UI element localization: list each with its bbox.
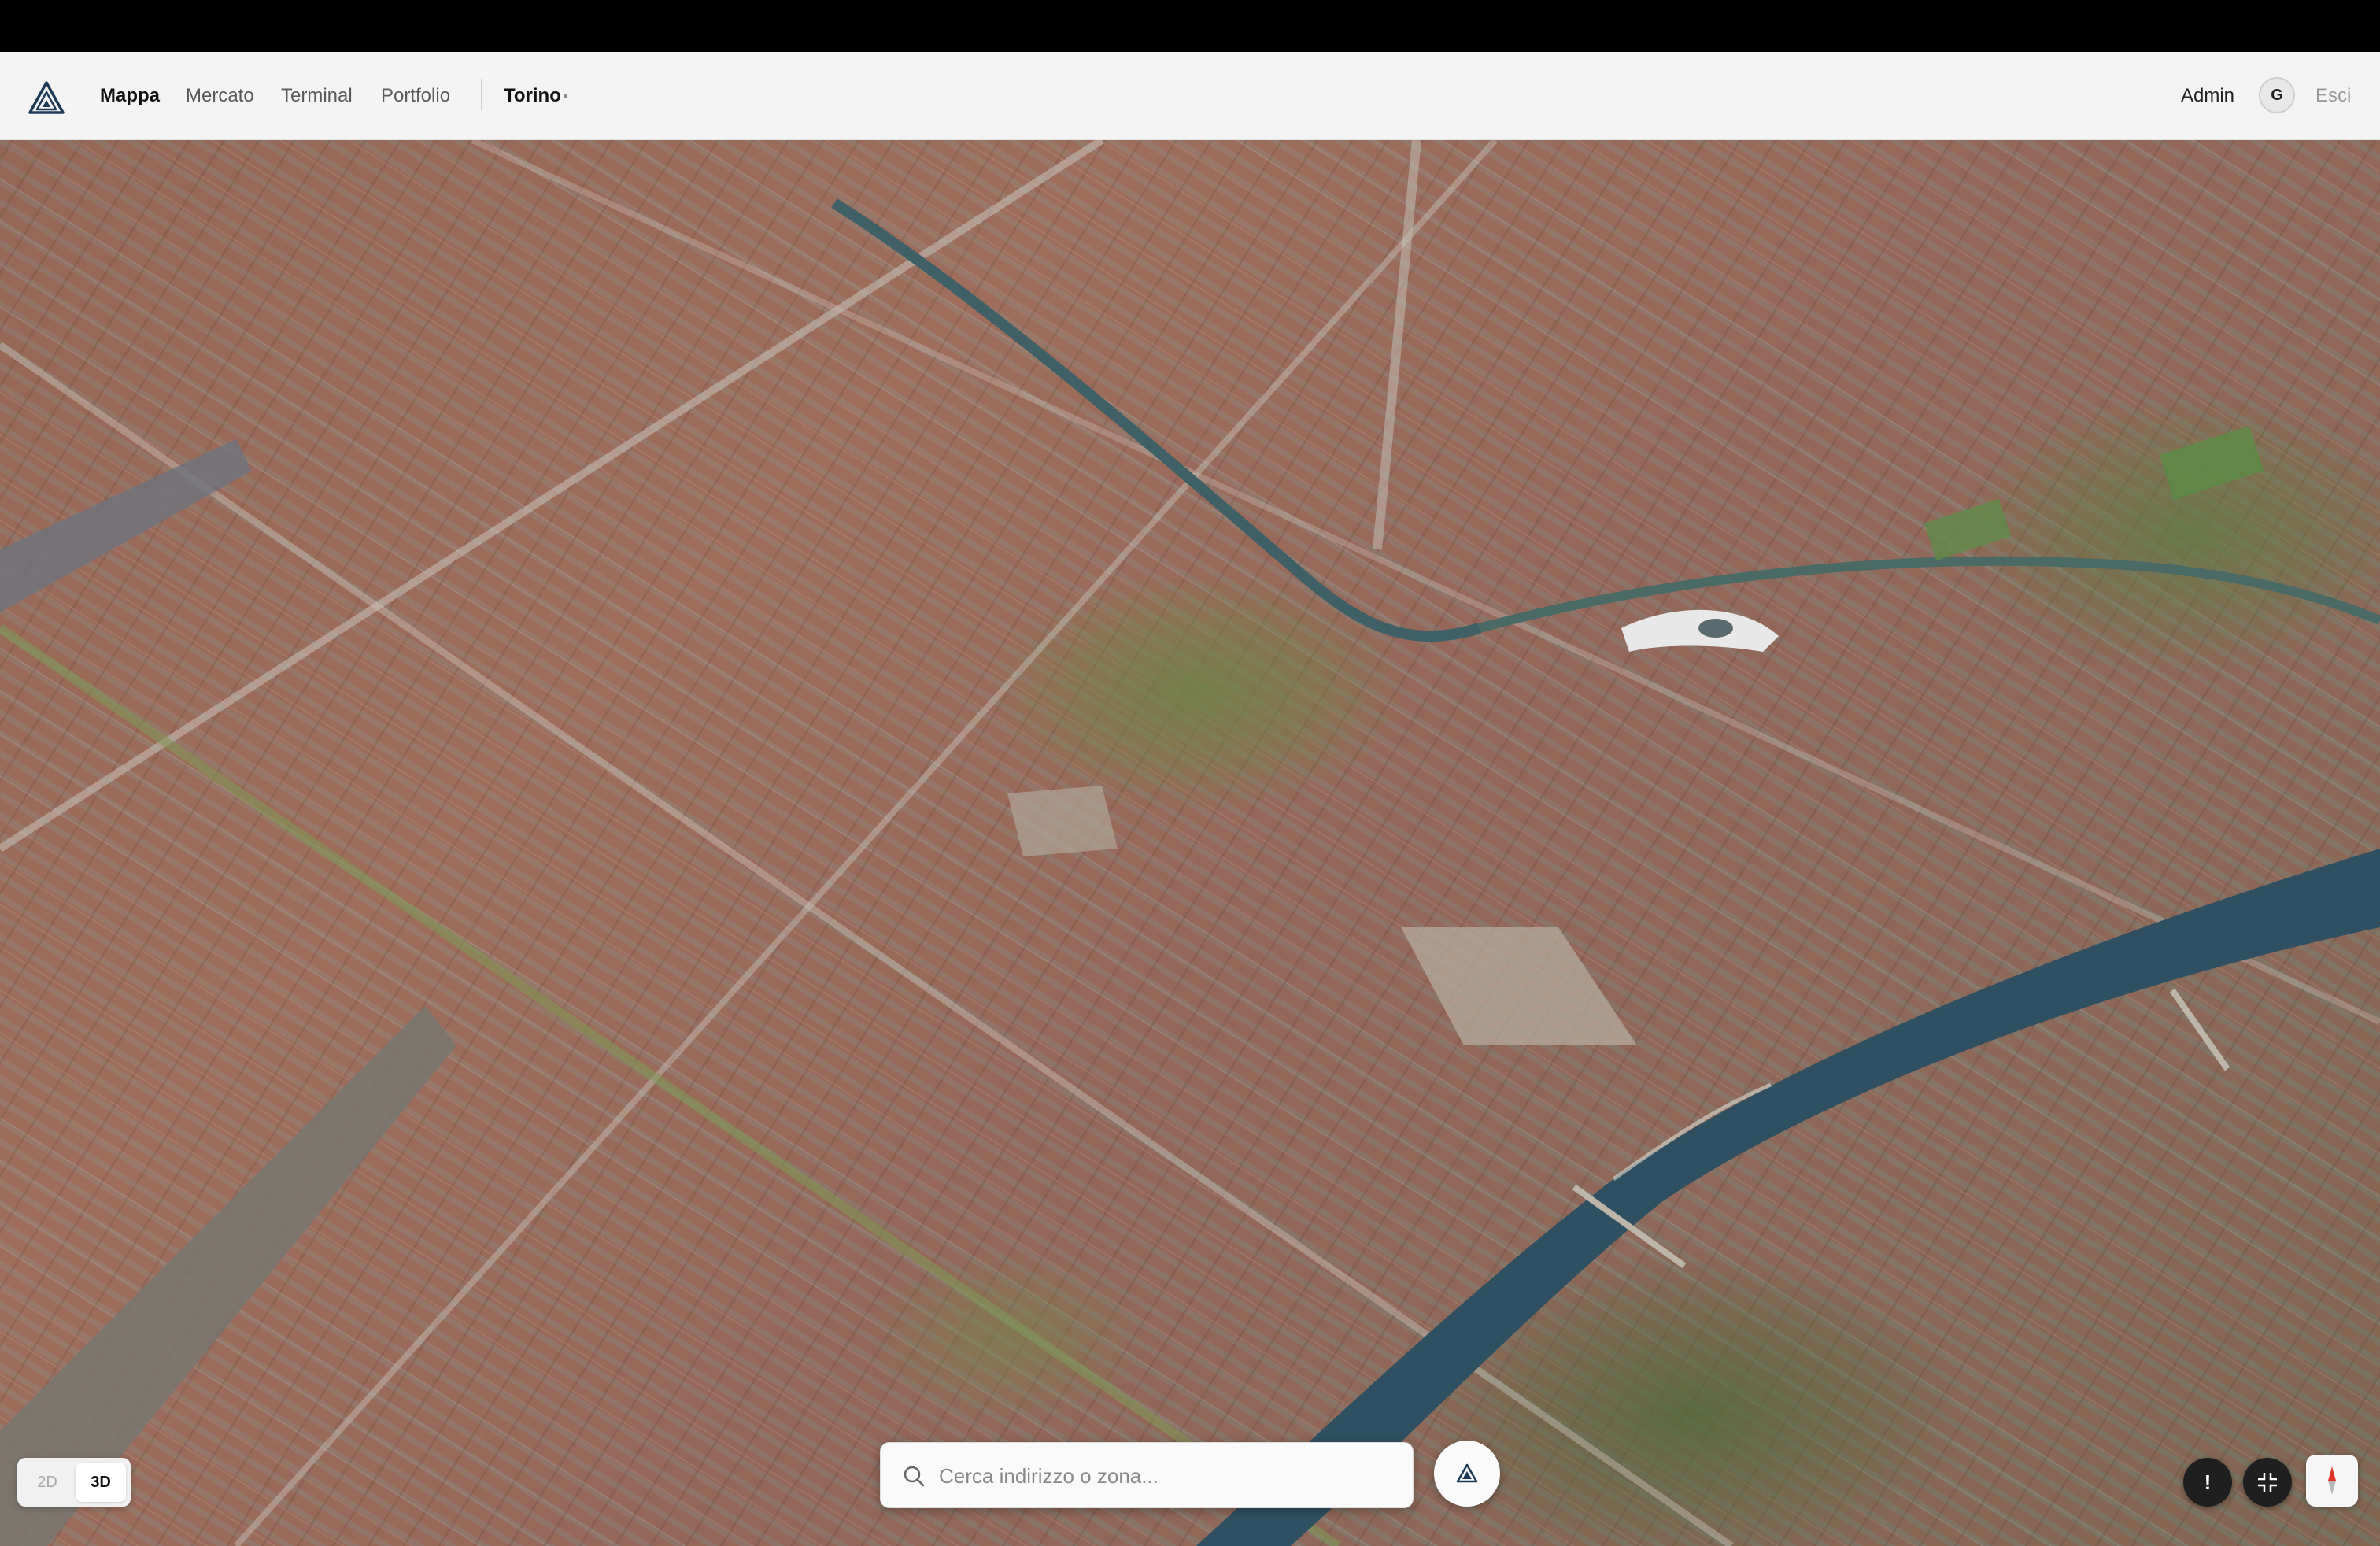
compass-button[interactable] — [2306, 1455, 2358, 1507]
locate-logo-button[interactable] — [1434, 1441, 1500, 1507]
nav-divider — [481, 79, 482, 110]
search-icon — [904, 1466, 925, 1487]
logout-link[interactable]: Esci — [2315, 82, 2351, 110]
city-chevron-icon[interactable] — [564, 94, 567, 98]
avatar[interactable]: G — [2259, 77, 2295, 113]
search-input[interactable] — [937, 1454, 1397, 1498]
exit-fullscreen-icon — [2258, 1473, 2277, 1492]
nav-portfolio[interactable]: Portfolio — [381, 82, 450, 110]
nav-mercato[interactable]: Mercato — [186, 82, 254, 110]
view-2d-button[interactable]: 2D — [22, 1463, 72, 1502]
info-button[interactable]: ! — [2183, 1458, 2232, 1507]
locate-logo-icon — [1456, 1463, 1478, 1483]
map-3d-view[interactable]: 2D 3D ! — [0, 140, 2380, 1546]
nav-mappa[interactable]: Mappa — [100, 82, 160, 110]
map-view-toggle: 2D 3D — [17, 1458, 131, 1507]
city-selector[interactable]: Torino — [504, 82, 561, 110]
exit-fullscreen-button[interactable] — [2243, 1458, 2292, 1507]
top-navbar: Mappa Mercato Terminal Portfolio Torino … — [0, 52, 2380, 140]
user-name[interactable]: Admin — [2181, 82, 2234, 110]
map-features — [0, 140, 2380, 1546]
app-logo-icon[interactable] — [28, 80, 65, 115]
nav-terminal[interactable]: Terminal — [281, 82, 353, 110]
search-bar[interactable] — [880, 1442, 1414, 1508]
view-3d-button[interactable]: 3D — [76, 1463, 126, 1502]
window-top-bar — [0, 0, 2380, 52]
compass-icon — [2328, 1466, 2336, 1495]
